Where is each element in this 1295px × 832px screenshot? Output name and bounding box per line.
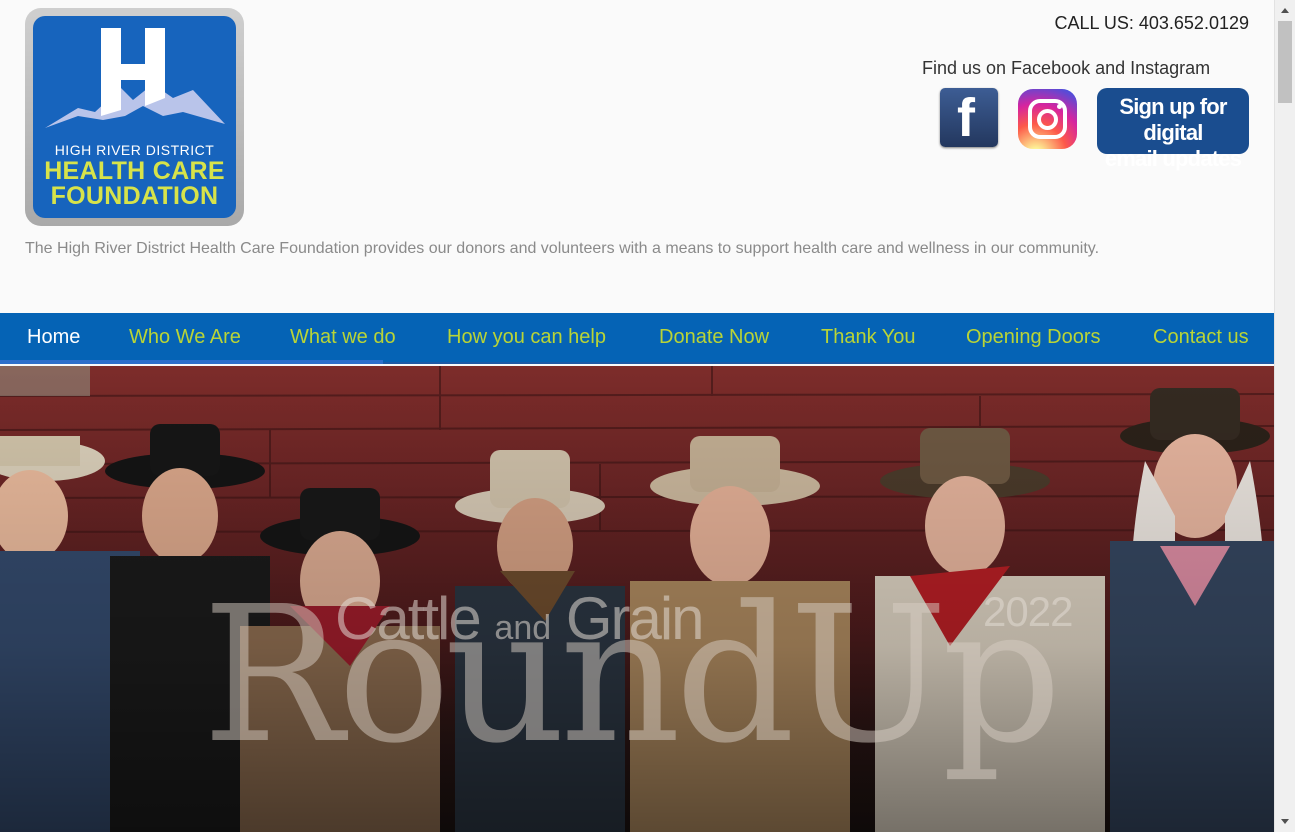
nav-item-opening-doors[interactable]: Opening Doors <box>966 326 1101 349</box>
logo-line-3: FOUNDATION <box>50 182 219 210</box>
instagram-lens <box>1037 109 1058 130</box>
nav-active-indicator <box>0 360 383 364</box>
scroll-down-arrow-icon[interactable] <box>1281 819 1289 824</box>
hero-title: RoundUp <box>202 566 1062 785</box>
signup-line-1: Sign up for digital <box>1119 94 1227 145</box>
signup-line-2: email updates <box>1104 146 1242 171</box>
social-label: Find us on Facebook and Instagram <box>922 58 1211 78</box>
main-nav: Home Who We Are What we do How you can h… <box>0 313 1274 364</box>
page: HIGH RIVER DISTRICT HEALTH CARE FOUNDATI… <box>0 0 1274 832</box>
nav-item-thank-you[interactable]: Thank You <box>821 326 916 349</box>
hero-banner[interactable]: Cattle and Grain 2022 RoundUp <box>0 366 1274 832</box>
page-scrollbar[interactable] <box>1274 0 1295 832</box>
nav-item-how-you-can-help[interactable]: How you can help <box>447 326 606 349</box>
instagram-dot <box>1057 104 1062 109</box>
logo-line-1: HIGH RIVER DISTRICT <box>54 142 215 158</box>
facebook-f-glyph: f <box>957 88 975 147</box>
nav-item-what-we-do[interactable]: What we do <box>290 326 396 349</box>
logo-badge: HIGH RIVER DISTRICT HEALTH CARE FOUNDATI… <box>33 16 236 218</box>
site-logo[interactable]: HIGH RIVER DISTRICT HEALTH CARE FOUNDATI… <box>25 8 244 226</box>
site-tagline: The High River District Health Care Foun… <box>25 240 1100 257</box>
mountain-h-logo-icon <box>45 28 225 128</box>
scroll-up-arrow-icon[interactable] <box>1281 8 1289 13</box>
nav-item-donate-now[interactable]: Donate Now <box>659 326 769 349</box>
nav-item-who-we-are[interactable]: Who We Are <box>129 326 241 349</box>
instagram-icon[interactable] <box>1018 89 1077 149</box>
nav-item-home[interactable]: Home <box>27 326 80 349</box>
nav-item-contact-us[interactable]: Contact us <box>1153 326 1249 349</box>
scrollbar-thumb[interactable] <box>1278 21 1292 103</box>
call-us-phone[interactable]: CALL US: 403.652.0129 <box>1055 13 1249 34</box>
email-signup-button[interactable]: Sign up for digital email updates <box>1097 88 1249 171</box>
facebook-icon[interactable]: f <box>940 88 998 147</box>
